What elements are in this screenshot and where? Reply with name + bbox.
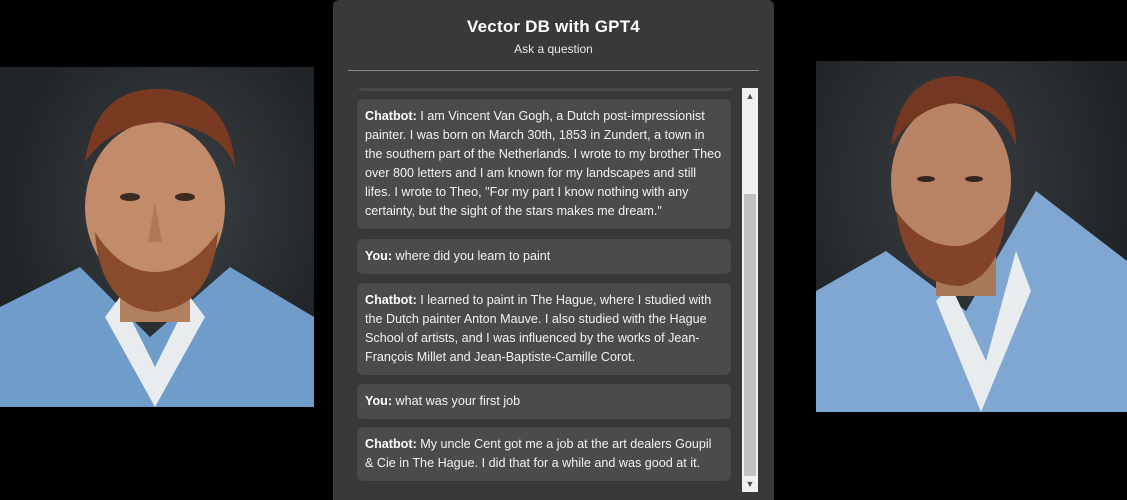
arrow-down-icon[interactable]: ▼ bbox=[742, 476, 758, 492]
message-role: You: bbox=[365, 249, 393, 263]
chat-header: Vector DB with GPT4 Ask a question bbox=[333, 0, 774, 56]
message-chatbot: Chatbot: I am Vincent Van Gogh, a Dutch … bbox=[357, 99, 731, 229]
message-role: Chatbot: bbox=[365, 109, 417, 123]
portrait-right-image bbox=[816, 76, 1127, 412]
arrow-up-icon[interactable]: ▲ bbox=[742, 88, 758, 104]
message-chatbot: Chatbot: My uncle Cent got me a job at t… bbox=[357, 427, 731, 481]
message-user: You: where did you learn to paint bbox=[357, 239, 731, 274]
portrait-right bbox=[816, 61, 1127, 412]
header-divider bbox=[348, 70, 759, 71]
message-role: Chatbot: bbox=[365, 437, 417, 451]
message-chatbot: Chatbot: I learned to paint in The Hague… bbox=[357, 283, 731, 375]
message-role: Chatbot: bbox=[365, 293, 417, 307]
scrollbar-thumb[interactable] bbox=[744, 194, 756, 476]
message-text: My uncle Cent got me a job at the art de… bbox=[365, 437, 712, 470]
page-subtitle: Ask a question bbox=[514, 42, 593, 56]
chat-panel: Vector DB with GPT4 Ask a question Chatb… bbox=[333, 0, 774, 500]
portrait-left bbox=[0, 67, 314, 407]
message-text: what was your first job bbox=[392, 394, 521, 408]
message-list[interactable]: Chatbot: I am Vincent Van Gogh, a Dutch … bbox=[348, 88, 758, 492]
message-scrollbar[interactable]: ▲ ▼ bbox=[742, 88, 758, 492]
previous-message-edge bbox=[358, 88, 733, 91]
message-text: I learned to paint in The Hague, where I… bbox=[365, 293, 712, 364]
message-user: You: what was your first job bbox=[357, 384, 731, 419]
message-text: where did you learn to paint bbox=[392, 249, 551, 263]
page-title: Vector DB with GPT4 bbox=[467, 17, 640, 36]
message-role: You: bbox=[365, 394, 393, 408]
portrait-left-image bbox=[0, 88, 314, 407]
message-text: I am Vincent Van Gogh, a Dutch post-impr… bbox=[365, 109, 722, 218]
